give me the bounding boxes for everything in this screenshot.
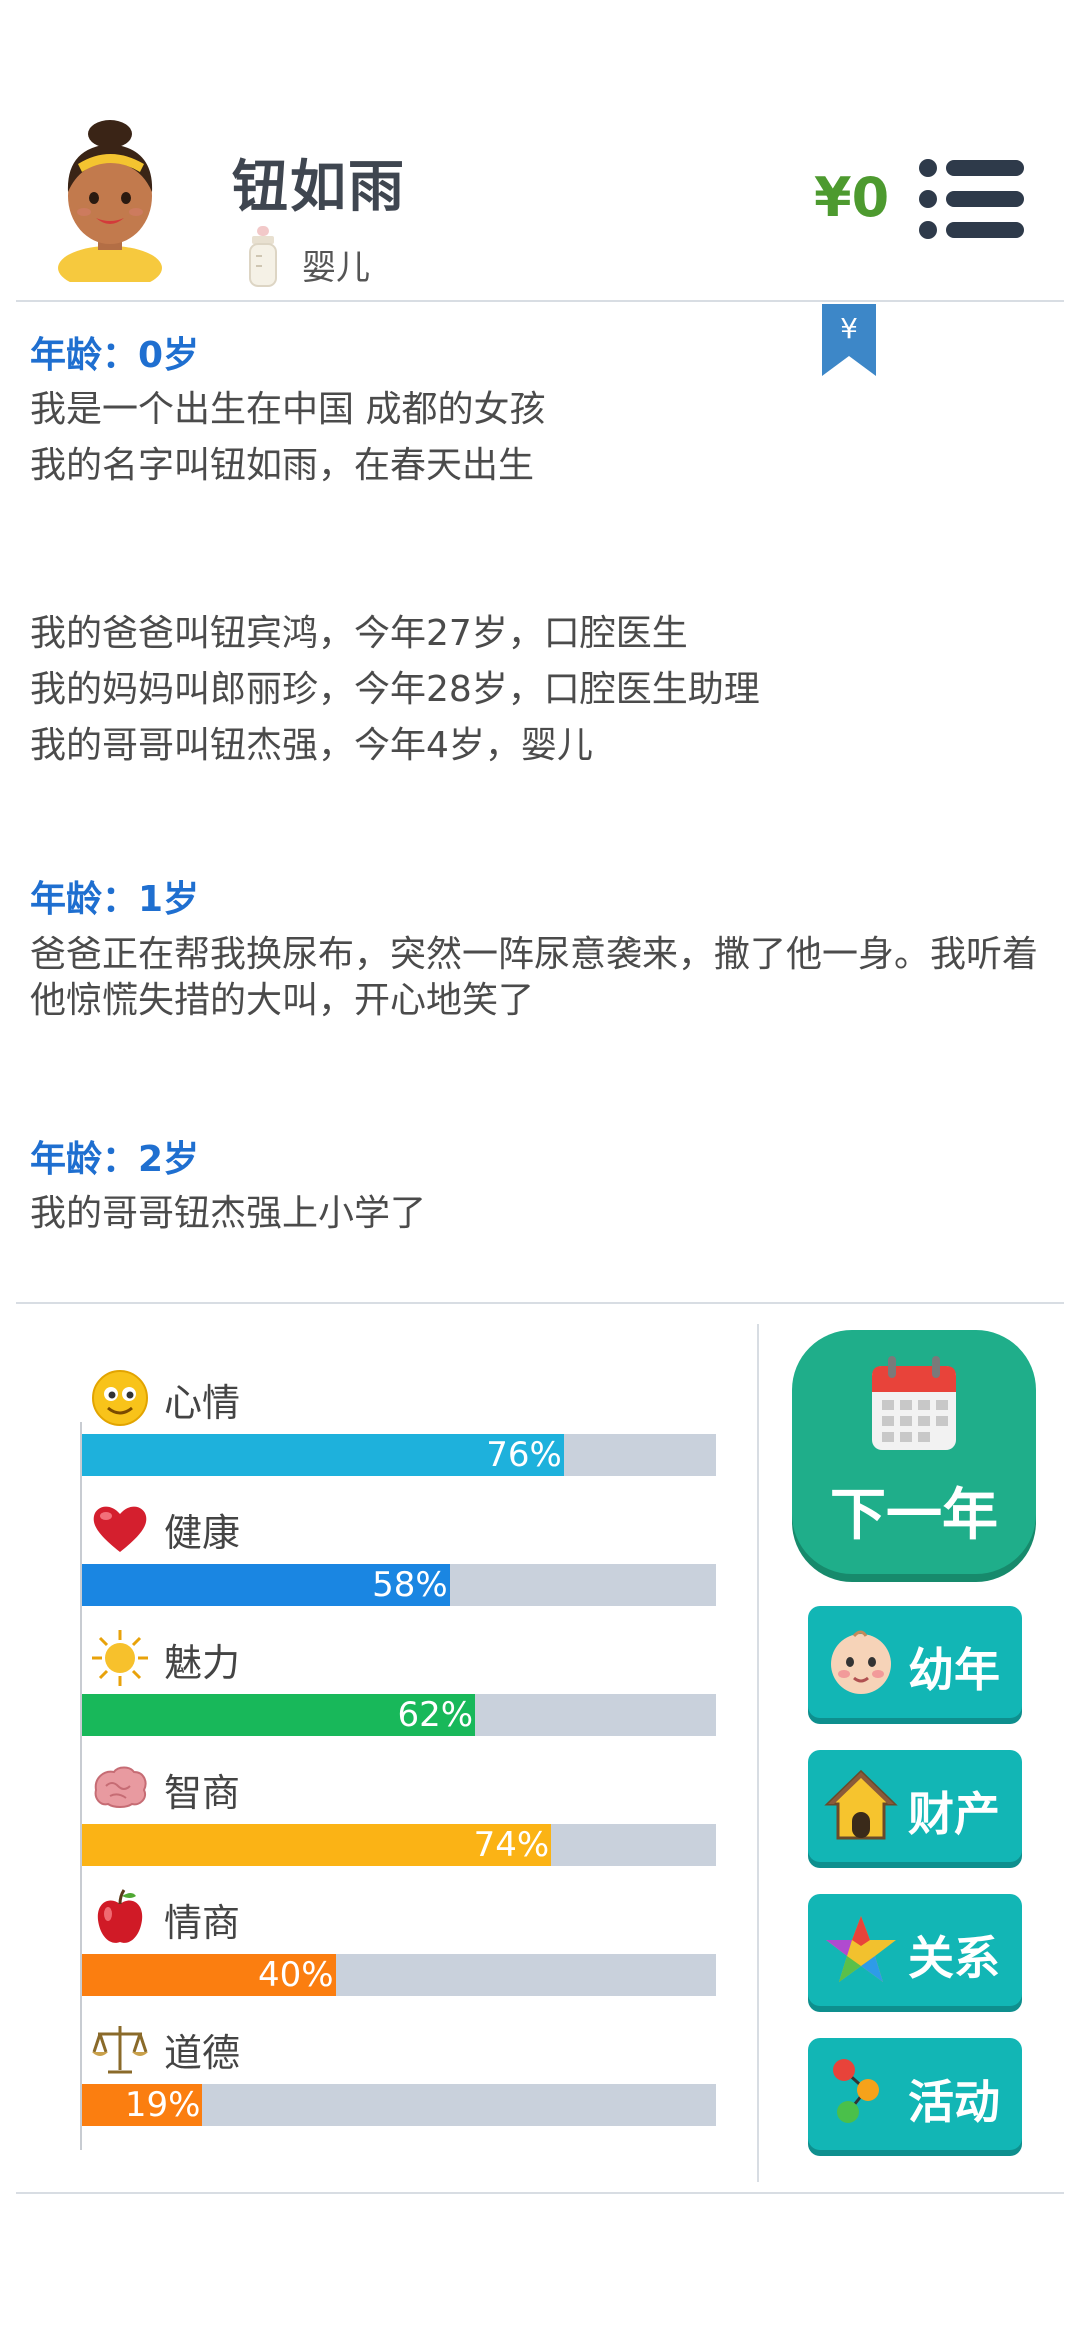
stat-percent: 58% xyxy=(372,1565,448,1605)
stat-percent: 40% xyxy=(258,1955,334,1995)
age-title: 年龄：2岁 xyxy=(30,1139,200,1180)
stat-label: 道德 xyxy=(164,2031,241,2075)
stat-label: 魅力 xyxy=(164,1641,241,1685)
stat-percent: 74% xyxy=(473,1825,550,1865)
panel-separator xyxy=(757,1324,759,2182)
girl-avatar-icon xyxy=(58,120,162,282)
apple-icon xyxy=(97,1889,143,1943)
stat-label: 情商 xyxy=(164,1901,241,1945)
money-balance: ¥0 xyxy=(814,166,890,229)
stat-bar-fill: 76% xyxy=(82,1434,564,1476)
stat-bar-track: 62% xyxy=(82,1694,716,1736)
heart-icon xyxy=(93,1506,147,1552)
log-line: 爸爸正在帮我换尿布，突然一阵尿意袭来，撒了他一身。我听着他惊慌失措的大叫，开心地… xyxy=(30,934,1039,1021)
activities-button[interactable]: 活动 xyxy=(808,2038,1022,2150)
stat-bar-track: 19% xyxy=(82,2084,716,2126)
stat-percent: 76% xyxy=(486,1435,562,1475)
stat-bar-fill: 74% xyxy=(82,1824,552,1866)
header-divider xyxy=(16,300,1064,302)
stat-bar-track: 40% xyxy=(82,1954,716,1996)
log-line: 我的妈妈叫郎丽珍，今年28岁，口腔医生助理 xyxy=(30,669,760,710)
player-name: 钮如雨 xyxy=(232,155,406,220)
stat-bar-fill: 62% xyxy=(82,1694,476,1736)
relations-button[interactable]: 关系 xyxy=(808,1894,1022,2006)
stat-bar-track: 76% xyxy=(82,1434,716,1476)
list-menu-icon[interactable] xyxy=(918,158,1026,240)
baby-face-icon xyxy=(831,1630,891,1694)
stat-label: 健康 xyxy=(164,1511,241,1555)
log-entry-age-1: 年龄：1岁 爸爸正在帮我换尿布，突然一阵尿意袭来，撒了他一身。我听着他惊慌失措的… xyxy=(30,874,1050,1024)
stat-bar-fill: 19% xyxy=(82,2084,203,2126)
stat-label: 心情 xyxy=(164,1381,241,1425)
stat-bar-track: 58% xyxy=(82,1564,716,1606)
next-year-button[interactable]: 下一年 xyxy=(792,1330,1036,1574)
house-icon xyxy=(824,1769,898,1840)
baby-bottle-icon xyxy=(249,226,277,287)
log-line: 我的哥哥叫钮杰强，今年4岁，婴儿 xyxy=(30,725,593,766)
stat-bar-track: 74% xyxy=(82,1824,716,1866)
log-entry-age-2: 年龄：2岁 我的哥哥钮杰强上小学了 xyxy=(30,1134,1050,1242)
smiley-icon xyxy=(92,1370,148,1426)
stat-bar-fill: 58% xyxy=(82,1564,450,1606)
childhood-label: 幼年 xyxy=(908,1643,1000,1697)
activities-label: 活动 xyxy=(908,2075,1000,2129)
log-divider xyxy=(16,1302,1064,1304)
sun-icon xyxy=(92,1630,148,1686)
brain-icon xyxy=(94,1766,147,1808)
stat-percent: 19% xyxy=(124,2085,201,2125)
stat-percent: 62% xyxy=(397,1695,474,1735)
stat-bar-fill: 40% xyxy=(82,1954,336,1996)
star-icon xyxy=(826,1916,896,1982)
bottom-divider xyxy=(16,2192,1064,2194)
property-button[interactable]: 财产 xyxy=(808,1750,1022,1862)
stat-label: 智商 xyxy=(164,1771,241,1815)
log-line: 我的哥哥钮杰强上小学了 xyxy=(30,1193,427,1234)
calendar-icon xyxy=(872,1356,956,1450)
log-entry-age-0: 年龄：0岁 我是一个出生在中国 成都的女孩 我的名字叫钮如雨，在春天出生 xyxy=(30,330,1050,494)
profile-header: 钮如雨 婴儿 ¥0 xyxy=(0,0,1080,302)
childhood-button[interactable]: 幼年 xyxy=(808,1606,1022,1718)
log-entry-family: 我的爸爸叫钮宾鸿，今年27岁，口腔医生 我的妈妈叫郎丽珍，今年28岁，口腔医生助… xyxy=(30,606,1050,774)
life-stage: 婴儿 xyxy=(302,248,370,288)
next-year-label: 下一年 xyxy=(830,1483,998,1548)
activity-dots-icon xyxy=(833,2059,879,2123)
log-line: 我的爸爸叫钮宾鸿，今年27岁，口腔医生 xyxy=(30,613,688,654)
stats-axis-line xyxy=(80,1422,82,2150)
log-line: 我的名字叫钮如雨，在春天出生 xyxy=(30,445,535,486)
age-title: 年龄：0岁 xyxy=(30,335,200,376)
log-line: 我是一个出生在中国 成都的女孩 xyxy=(30,389,546,430)
age-title: 年龄：1岁 xyxy=(30,879,200,920)
relations-label: 关系 xyxy=(908,1931,1000,1985)
stats-panel: 心情 76% 健康 58% 魅力 62% 智商 74% 情商 40% 道德 19… xyxy=(0,1310,1080,2190)
scales-icon xyxy=(92,2026,148,2074)
property-label: 财产 xyxy=(908,1787,1000,1841)
